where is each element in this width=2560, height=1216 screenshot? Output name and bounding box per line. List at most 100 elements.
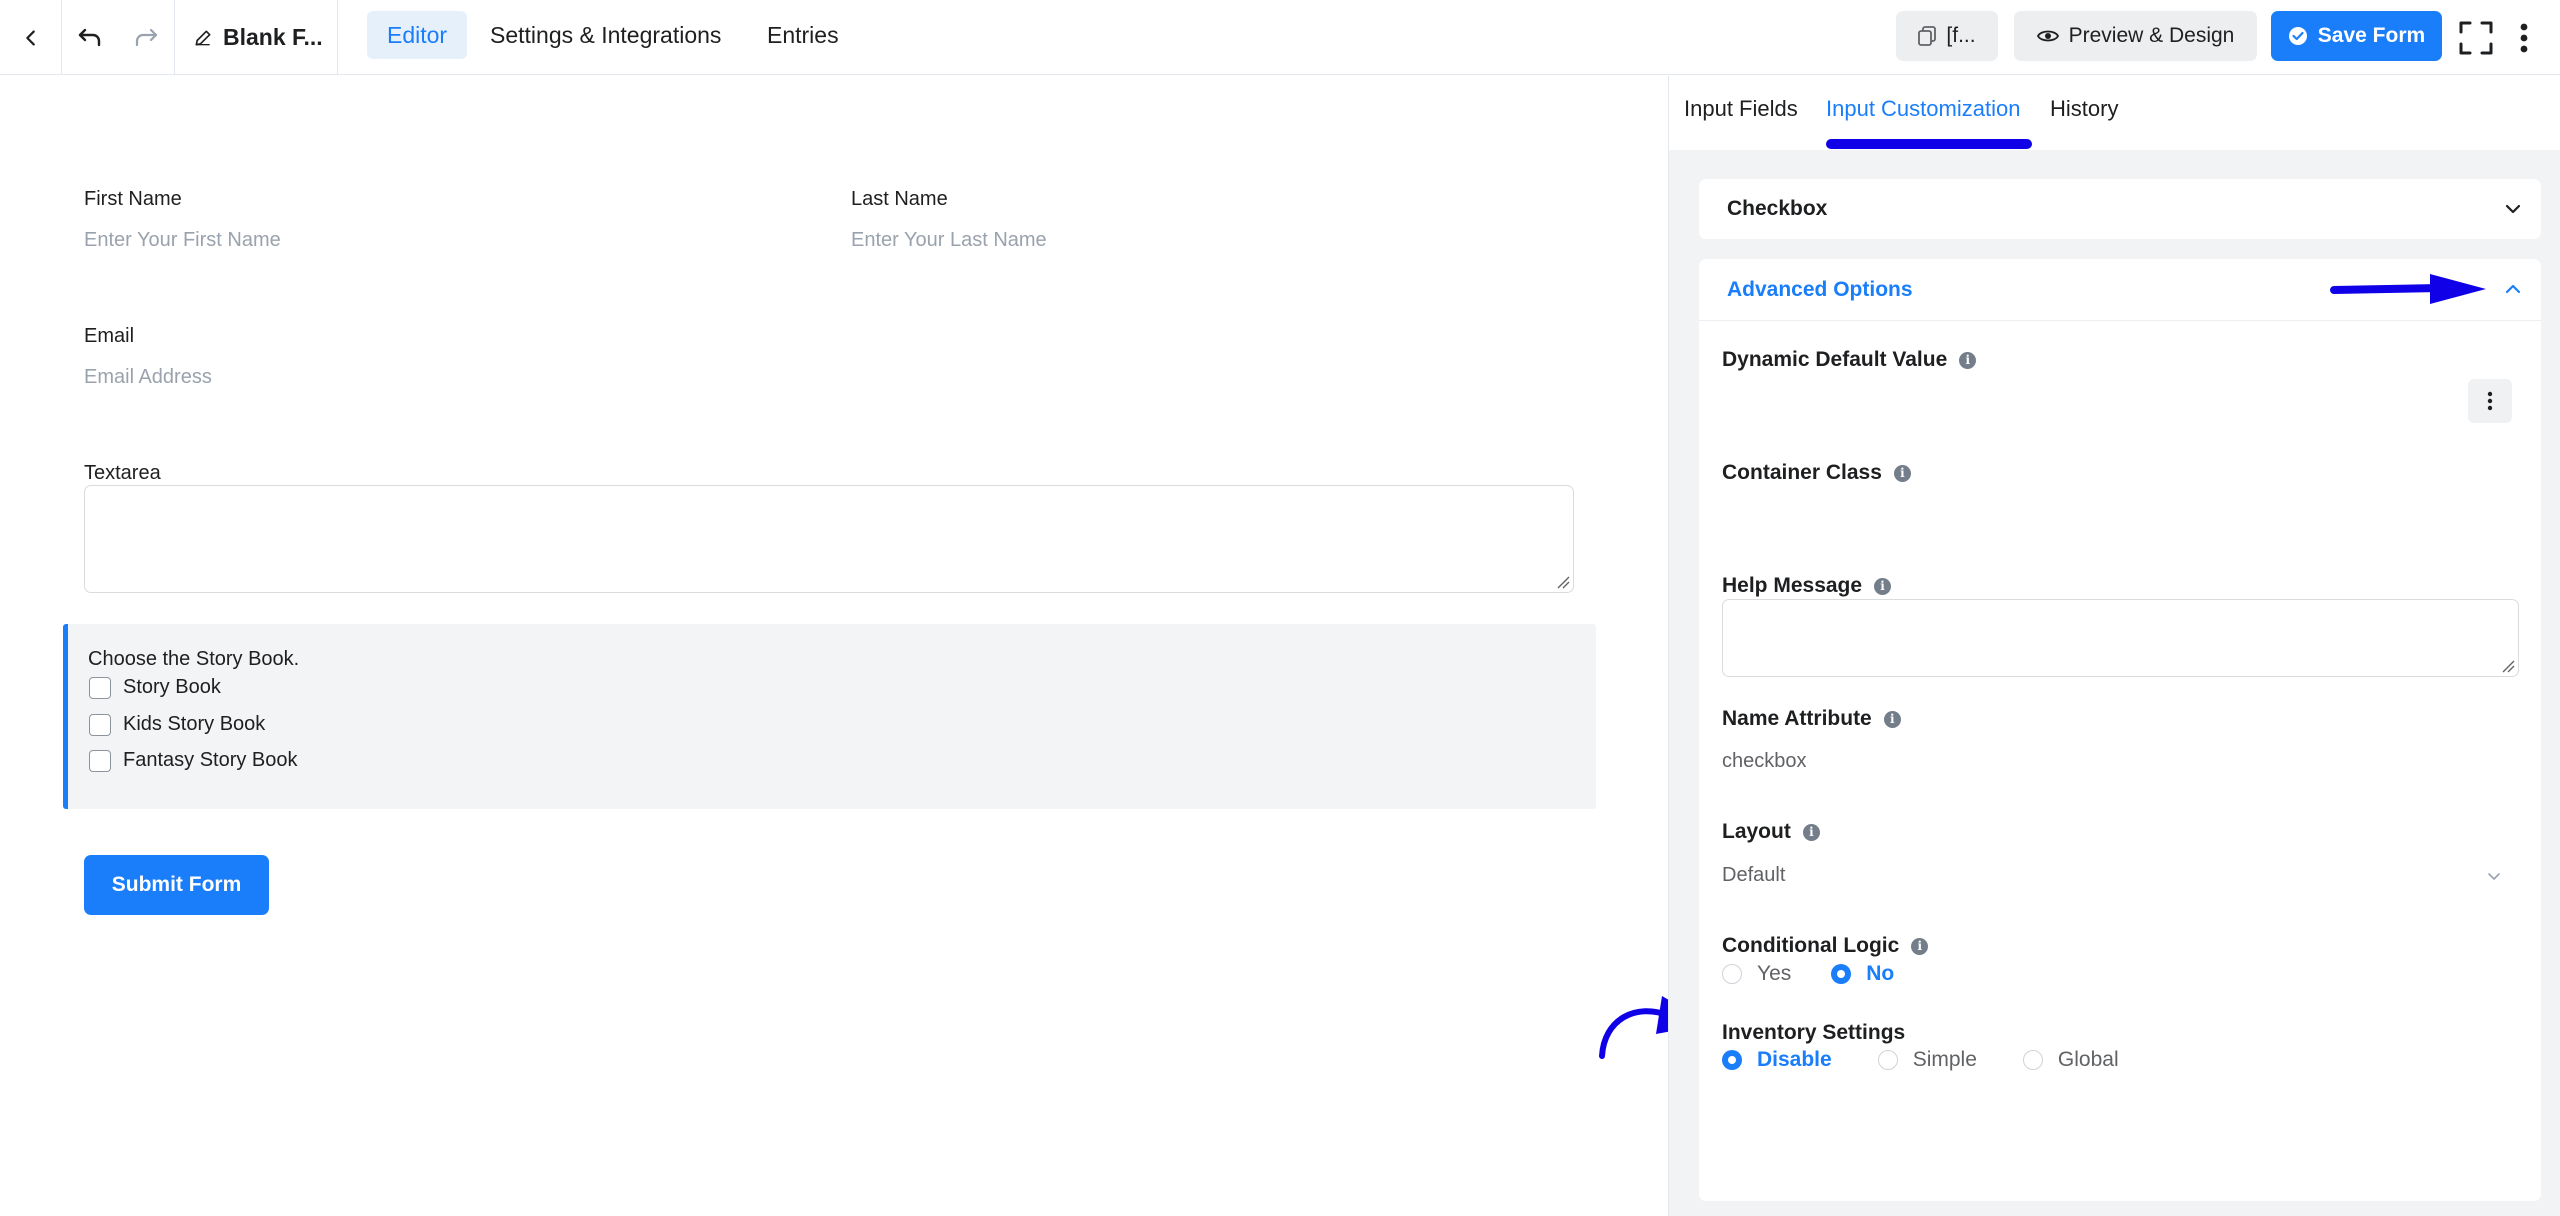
layout-select[interactable]: Default — [1722, 858, 2502, 892]
radio-label: Disable — [1757, 1048, 1832, 1071]
annotation-arrow-icon — [2330, 274, 2486, 304]
checkbox-option-label: Kids Story Book — [123, 713, 266, 735]
active-tab-indicator — [1826, 139, 2032, 149]
conditional-logic-label: Conditional Logic i — [1722, 934, 1929, 958]
tab-input-customization[interactable]: Input Customization — [1826, 96, 2020, 122]
resize-grip-icon[interactable] — [1556, 575, 1570, 589]
inventory-simple-radio[interactable]: Simple — [1877, 1048, 1977, 1072]
conditional-logic-yes-radio[interactable]: Yes — [1722, 962, 1791, 986]
radio-label: Global — [2057, 1048, 2119, 1071]
form-title-text: Blank F... — [223, 24, 323, 50]
save-form-button[interactable]: Save Form — [2271, 11, 2442, 61]
first-name-label: First Name — [84, 188, 182, 210]
radio-button[interactable] — [2022, 1050, 2043, 1070]
shortcode-label: [f... — [1946, 24, 1976, 47]
chevron-left-icon — [25, 29, 35, 46]
form-title[interactable]: Blank F... — [175, 0, 338, 75]
back-button[interactable] — [0, 0, 62, 75]
panel-tabs: Input Fields Input Customization History — [1669, 76, 2560, 150]
pencil-icon — [195, 30, 211, 46]
checkbox-option[interactable]: Fantasy Story Book — [89, 749, 298, 772]
eye-icon — [2036, 30, 2059, 42]
more-options-button[interactable] — [2512, 20, 2536, 56]
name-attribute-text: Name Attribute — [1722, 707, 1872, 730]
info-icon[interactable]: i — [1874, 577, 1892, 595]
checkbox-option[interactable]: Story Book — [89, 676, 221, 699]
checkbox-field-selected[interactable]: Choose the Story Book. Story Book Kids S… — [63, 624, 1596, 809]
preview-design-button[interactable]: Preview & Design — [2014, 11, 2257, 61]
more-vertical-icon — [2520, 23, 2528, 53]
kebab-icon — [2487, 391, 2493, 411]
info-icon[interactable]: i — [1883, 710, 1901, 728]
check-circle-icon — [2288, 27, 2307, 45]
checkbox-section-header[interactable]: Checkbox — [1699, 179, 2541, 239]
help-message-label: Help Message i — [1722, 574, 1892, 598]
copy-icon — [1918, 26, 1937, 46]
email-input[interactable]: Email Address — [84, 366, 212, 389]
chevron-down-icon — [2488, 873, 2500, 880]
resize-grip-icon[interactable] — [2501, 659, 2515, 673]
textarea-input[interactable] — [84, 485, 1574, 593]
email-label: Email — [84, 325, 135, 347]
shortcode-button[interactable]: [f... — [1896, 11, 1998, 61]
radio-button-selected[interactable] — [1831, 964, 1852, 984]
layout-text: Layout — [1722, 820, 1791, 843]
radio-button[interactable] — [1722, 964, 1742, 984]
radio-button-selected[interactable] — [1722, 1050, 1742, 1070]
fullscreen-icon — [2459, 21, 2493, 55]
conditional-logic-no-radio[interactable]: No — [1831, 962, 1894, 986]
dynamic-default-value-options-button[interactable] — [2468, 379, 2512, 423]
chevron-up-icon — [2505, 284, 2521, 294]
last-name-input[interactable]: Enter Your Last Name — [851, 229, 1047, 252]
dynamic-default-value-label: Dynamic Default Value i — [1722, 348, 1977, 372]
layout-select-value: Default — [1722, 864, 1786, 886]
fullscreen-button[interactable] — [2458, 20, 2494, 56]
info-icon[interactable]: i — [1802, 823, 1820, 841]
preview-design-label: Preview & Design — [2068, 24, 2235, 47]
name-attribute-input[interactable]: checkbox — [1722, 750, 1807, 773]
checkbox-option-label: Fantasy Story Book — [123, 749, 298, 771]
checkbox[interactable] — [89, 749, 111, 772]
undo-button[interactable] — [62, 0, 118, 75]
checkbox[interactable] — [89, 676, 111, 699]
tab-history[interactable]: History — [2050, 96, 2118, 122]
textarea-label: Textarea — [84, 462, 161, 484]
help-message-text: Help Message — [1722, 574, 1863, 597]
container-class-text: Container Class — [1722, 461, 1882, 484]
radio-button[interactable] — [1877, 1050, 1898, 1070]
tab-input-fields[interactable]: Input Fields — [1684, 96, 1798, 122]
name-attribute-label: Name Attribute i — [1722, 707, 1901, 731]
submit-form-button[interactable]: Submit Form — [84, 855, 269, 915]
redo-icon — [135, 28, 158, 46]
tab-entries[interactable]: Entries — [747, 11, 859, 59]
redo-button[interactable] — [118, 0, 175, 75]
last-name-label: Last Name — [851, 188, 948, 210]
checkbox-group-label: Choose the Story Book. — [88, 648, 300, 670]
save-form-label: Save Form — [2317, 24, 2426, 47]
dynamic-default-value-text: Dynamic Default Value — [1722, 348, 1948, 371]
radio-label: Yes — [1757, 962, 1792, 985]
tab-editor[interactable]: Editor — [367, 11, 468, 59]
checkbox-section-title: Checkbox — [1727, 197, 1828, 220]
inventory-settings-label: Inventory Settings — [1722, 1021, 1905, 1045]
checkbox-option[interactable]: Kids Story Book — [89, 713, 265, 736]
radio-label: Simple — [1912, 1048, 1977, 1071]
inventory-settings-text: Inventory Settings — [1722, 1021, 1906, 1044]
inventory-global-radio[interactable]: Global — [2022, 1048, 2119, 1072]
first-name-input[interactable]: Enter Your First Name — [84, 229, 281, 252]
undo-icon — [78, 28, 101, 46]
help-message-input[interactable] — [1722, 599, 2519, 677]
info-icon[interactable]: i — [1959, 351, 1977, 369]
tab-settings-integrations[interactable]: Settings & Integrations — [470, 11, 741, 59]
info-icon[interactable]: i — [1911, 937, 1929, 955]
top-toolbar: Blank F... Editor Settings & Integration… — [0, 0, 2560, 75]
chevron-down-icon — [2505, 204, 2521, 214]
conditional-logic-text: Conditional Logic — [1722, 934, 1900, 957]
info-icon[interactable]: i — [1893, 464, 1911, 482]
container-class-label: Container Class i — [1722, 461, 1911, 485]
checkbox[interactable] — [89, 713, 111, 736]
layout-label: Layout i — [1722, 820, 1820, 844]
inventory-disable-radio[interactable]: Disable — [1722, 1048, 1832, 1072]
advanced-options-title: Advanced Options — [1727, 278, 1913, 301]
checkbox-option-label: Story Book — [123, 676, 221, 698]
